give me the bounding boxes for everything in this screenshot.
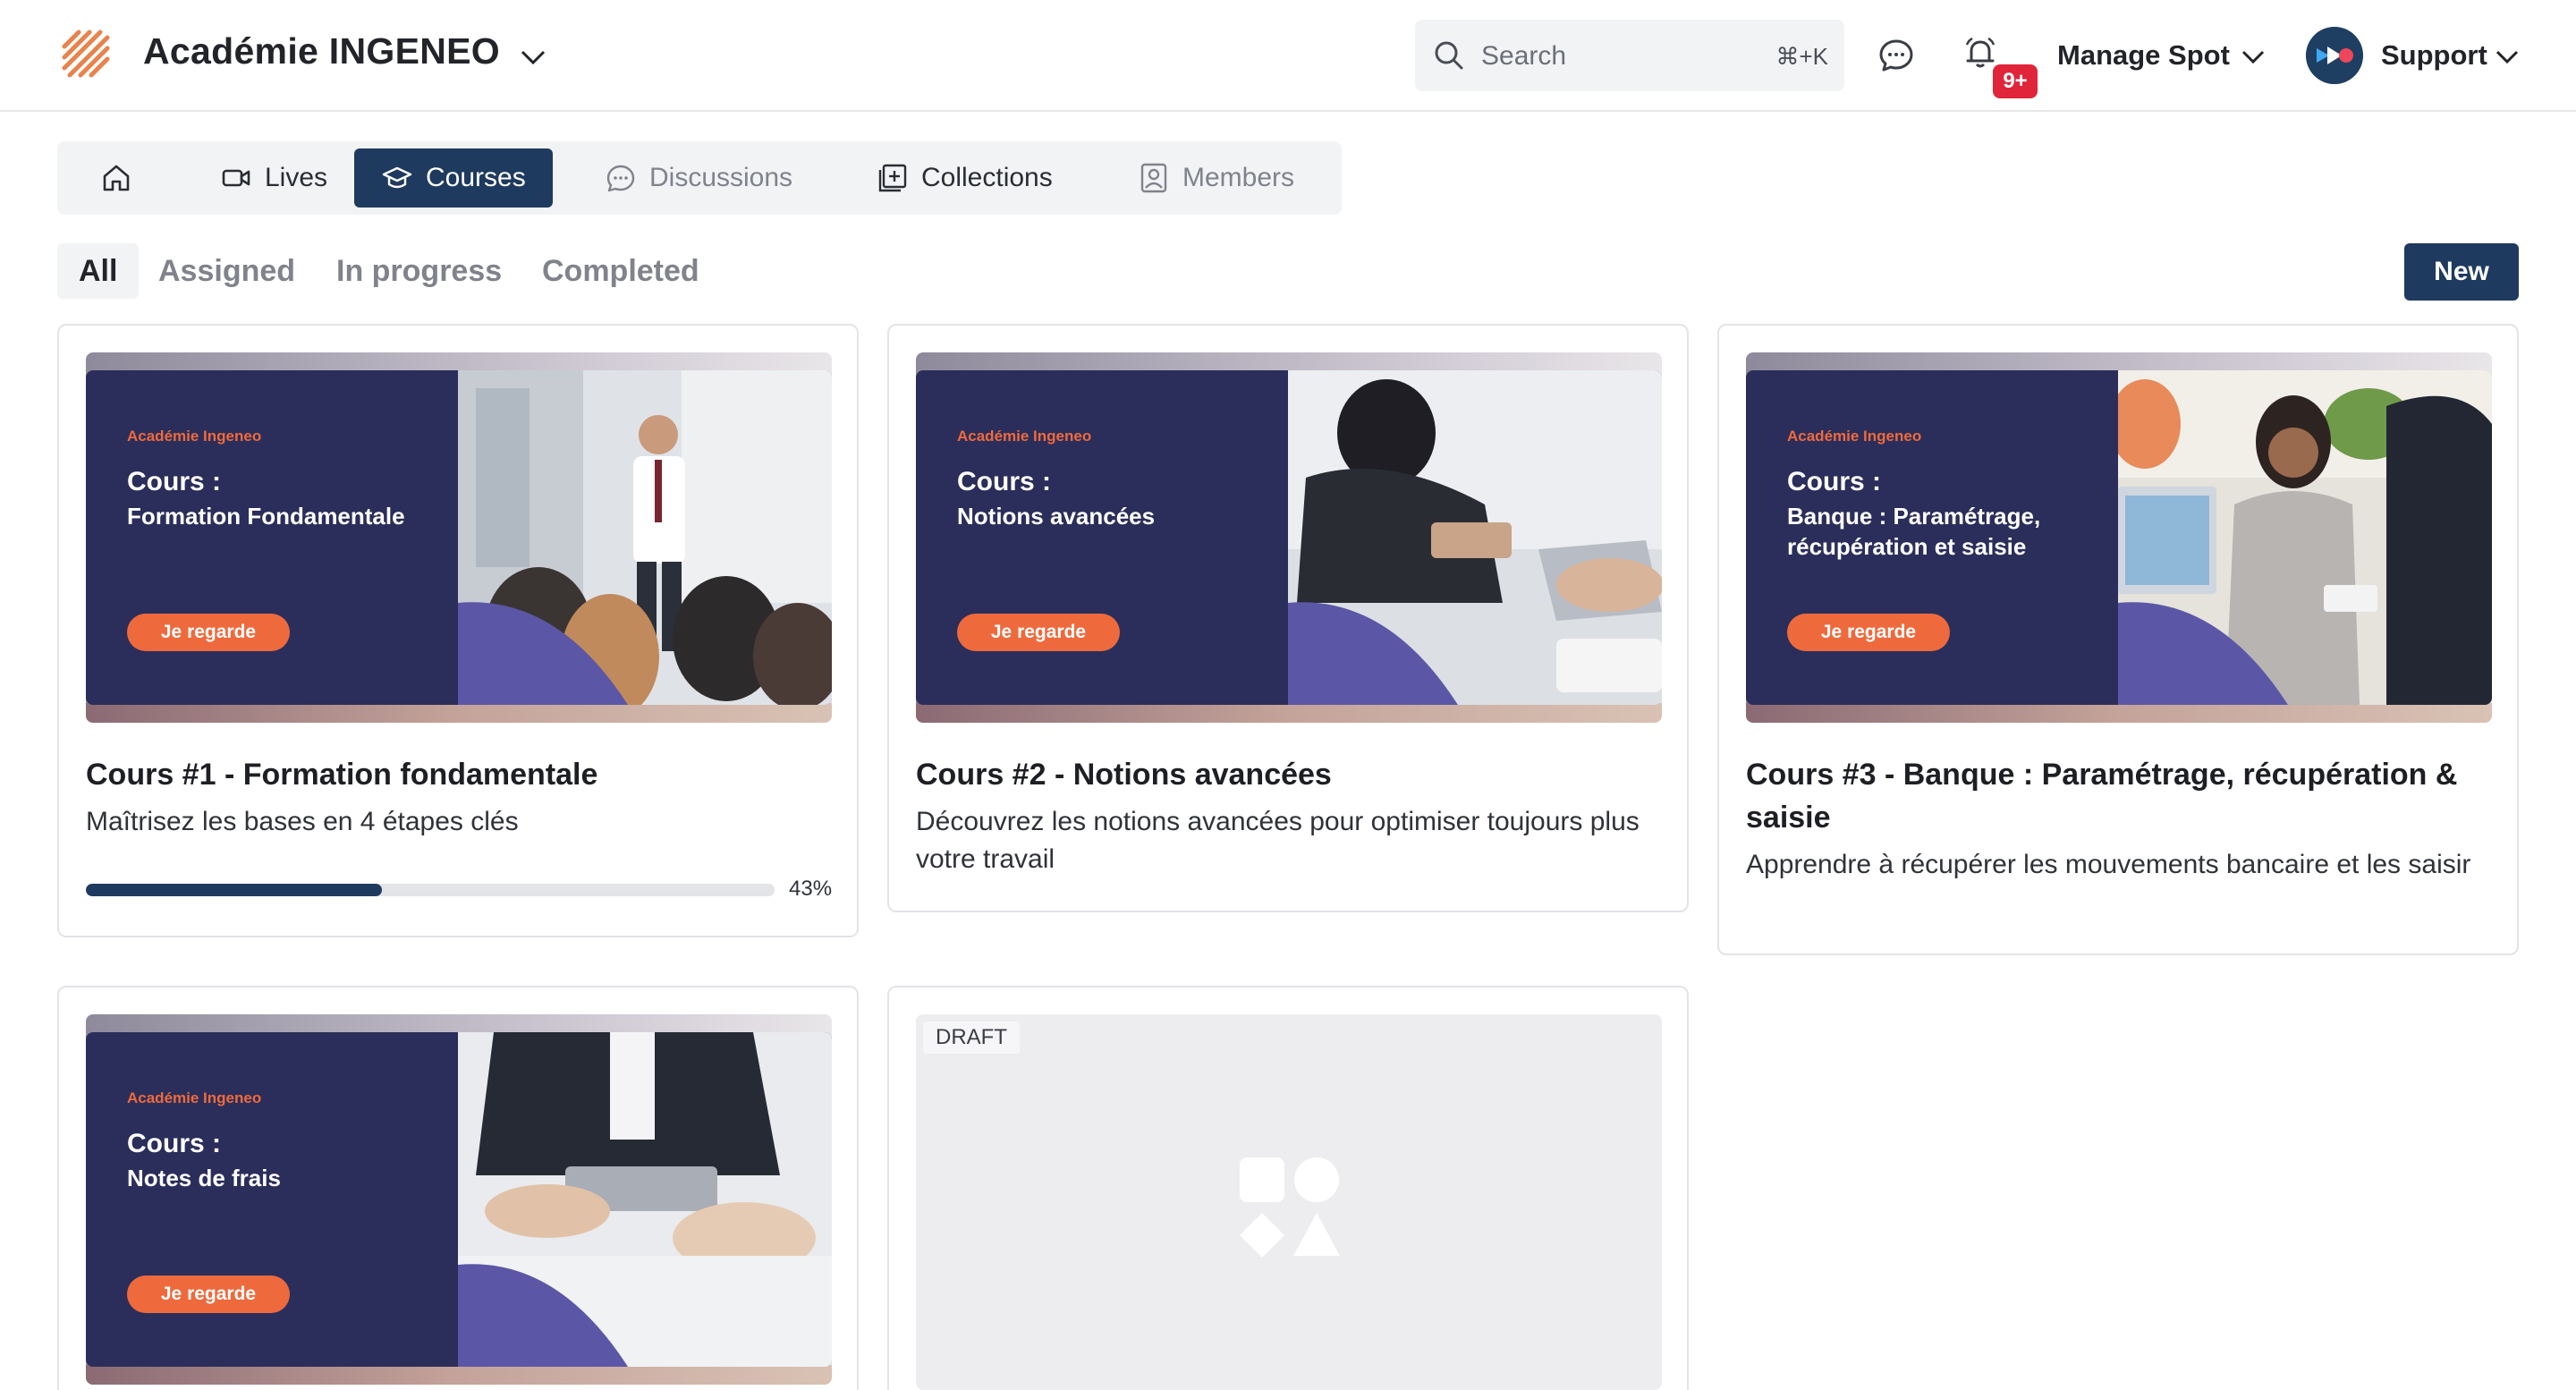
course-thumbnail: Académie Ingeneo Cours : Notions avancée…	[916, 352, 1662, 723]
watch-button[interactable]: Je regarde	[1787, 614, 1950, 651]
banner-brand: Académie Ingeneo	[127, 428, 262, 445]
course-card[interactable]: Académie Ingeneo Cours : Notes de frais …	[57, 986, 859, 1390]
banner-subtitle: Notes de frais	[127, 1165, 281, 1191]
course-banner: Académie Ingeneo Cours : Formation Fonda…	[86, 370, 832, 705]
tab-label: Discussions	[649, 163, 793, 192]
tab-collections[interactable]: Collections	[850, 148, 1080, 208]
brand-logo-icon[interactable]	[59, 27, 113, 81]
course-thumbnail: Académie Ingeneo Cours : Notes de frais …	[86, 1014, 832, 1385]
course-banner: Académie Ingeneo Cours : Notions avancée…	[916, 370, 1662, 705]
tab-discussions[interactable]: Discussions	[578, 148, 819, 208]
banner-subtitle: Formation Fondamentale	[127, 503, 405, 530]
tab-lives[interactable]: Lives	[193, 148, 354, 208]
tab-label: Collections	[921, 163, 1053, 192]
draft-badge: DRAFT	[923, 1021, 1020, 1054]
course-photo	[2118, 370, 2492, 705]
graduation-cap-icon	[382, 166, 412, 189]
banner-heading: Cours :	[1787, 467, 1881, 496]
banner-subtitle: Notions avancées	[957, 503, 1156, 530]
banner-brand: Académie Ingeneo	[127, 1089, 262, 1106]
chevron-down-icon[interactable]	[517, 41, 549, 73]
user-menu-label[interactable]: Support	[2381, 39, 2487, 72]
course-card[interactable]: Académie Ingeneo Cours : Banque : Paramé…	[1717, 324, 2519, 955]
collection-icon	[878, 164, 907, 192]
course-card[interactable]: Académie Ingeneo Cours : Notions avancée…	[887, 324, 1689, 912]
course-progress-label: 43%	[789, 877, 833, 901]
banner-brand: Académie Ingeneo	[1787, 428, 1922, 445]
course-card[interactable]: Académie Ingeneo Cours : Formation Fonda…	[57, 324, 859, 937]
course-thumbnail: Académie Ingeneo Cours : Formation Fonda…	[86, 352, 832, 723]
video-camera-icon	[222, 169, 250, 187]
course-description: Apprendre à récupérer les mouvements ban…	[1746, 850, 2471, 879]
course-photo	[458, 370, 832, 705]
tab-members[interactable]: Members	[1111, 148, 1321, 208]
banner-heading: Cours :	[127, 1129, 221, 1158]
watch-button[interactable]: Je regarde	[957, 614, 1120, 651]
notification-count-badge: 9+	[1993, 64, 2038, 98]
avatar[interactable]	[2306, 27, 2363, 84]
course-photo	[458, 1032, 832, 1367]
chevron-down-icon[interactable]	[2492, 41, 2522, 72]
workspace-name[interactable]: Académie INGENEO	[143, 30, 500, 72]
new-course-button[interactable]: New	[2404, 243, 2519, 301]
search-placeholder: Search	[1481, 41, 1567, 71]
filter-completed[interactable]: Completed	[542, 243, 699, 299]
course-title[interactable]: Cours #1 - Formation fondamentale	[86, 753, 837, 796]
banner-heading: Cours :	[957, 467, 1051, 496]
filter-all[interactable]: All	[57, 243, 140, 299]
course-title[interactable]: Cours #3 - Banque : Paramétrage, récupér…	[1746, 753, 2497, 839]
filter-assigned[interactable]: Assigned	[158, 243, 295, 299]
banner-heading: Cours :	[127, 467, 221, 496]
search-input[interactable]: Search ⌘+K	[1415, 20, 1844, 91]
home-icon	[103, 165, 130, 191]
draft-course-card[interactable]: DRAFT	[887, 986, 1689, 1390]
watch-button[interactable]: Je regarde	[127, 1276, 290, 1313]
top-header: Académie INGENEO Search ⌘+K 9+ Manage Sp…	[0, 0, 2576, 112]
avatar-logo-icon	[2306, 27, 2363, 84]
chat-bubble-icon	[606, 165, 635, 192]
course-description: Maîtrisez les bases en 4 étapes clés	[86, 807, 519, 836]
watch-button[interactable]: Je regarde	[127, 614, 290, 651]
course-progress-bar	[86, 884, 775, 896]
course-thumbnail: Académie Ingeneo Cours : Banque : Paramé…	[1746, 352, 2492, 723]
course-description: Découvrez les notions avancées pour opti…	[916, 807, 1640, 874]
tab-courses[interactable]: Courses	[354, 148, 553, 208]
course-title[interactable]: Cours #2 - Notions avancées	[916, 753, 1667, 796]
tab-label: Courses	[426, 163, 526, 192]
course-photo	[1288, 370, 1662, 705]
search-icon	[1435, 41, 1463, 70]
member-icon	[1140, 163, 1167, 193]
banner-brand: Académie Ingeneo	[957, 428, 1092, 445]
chevron-down-icon[interactable]	[2238, 41, 2268, 72]
messages-icon[interactable]	[1877, 36, 1916, 75]
tab-home[interactable]	[80, 148, 159, 208]
draft-thumbnail-placeholder: DRAFT	[916, 1014, 1662, 1390]
section-tabs: Lives Courses Discussions Collections Me…	[57, 141, 1342, 215]
course-banner: Académie Ingeneo Cours : Notes de frais …	[86, 1032, 832, 1367]
space-switcher-label[interactable]: Manage Spot	[2057, 39, 2230, 72]
filter-in-progress[interactable]: In progress	[336, 243, 502, 299]
tab-label: Members	[1182, 163, 1295, 192]
banner-subtitle: Banque : Paramétrage, récupération et sa…	[1787, 503, 2041, 560]
search-shortcut: ⌘+K	[1775, 43, 1828, 70]
placeholder-shapes-icon	[1240, 1157, 1340, 1258]
tab-label: Lives	[265, 163, 328, 192]
course-banner: Académie Ingeneo Cours : Banque : Paramé…	[1746, 370, 2492, 705]
